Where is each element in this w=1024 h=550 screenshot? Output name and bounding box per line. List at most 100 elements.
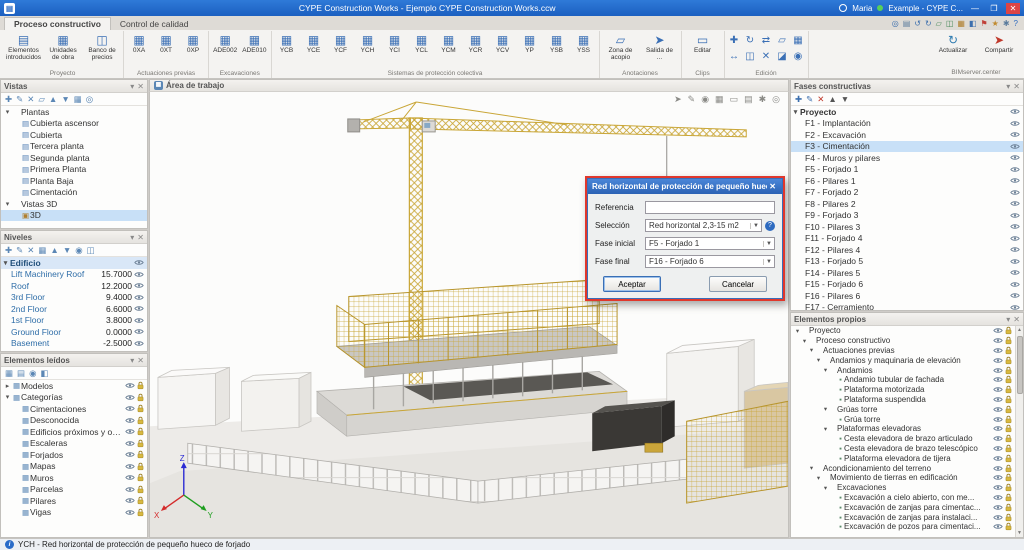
ribbon-button-ych[interactable]: ▦YCH [355,31,381,55]
fase-item[interactable]: F10 - Pilares 3 [791,221,1023,233]
lock-icon[interactable] [137,485,144,494]
level-row[interactable]: 2nd Floor6.6000 [1,303,147,315]
expand-all-icon[interactable]: ▦ [5,367,13,379]
chevron-icon[interactable]: ▸ [3,382,12,390]
fase-item[interactable]: F16 - Pilares 6 [791,290,1023,302]
dialog-titlebar[interactable]: Red horizontal de protección de pequeño … [588,179,782,194]
tree-item[interactable]: ▤Primera Planta [1,164,147,176]
tree-group[interactable]: ▾Plantas [1,106,147,118]
undo-icon[interactable]: ↺ [914,19,921,29]
mirror-icon[interactable]: ⇄ [759,33,774,48]
visibility-eye-icon[interactable] [125,509,135,516]
layers-icon[interactable]: ▦ [74,93,82,105]
lock-icon[interactable] [137,416,144,425]
lock-icon[interactable] [137,439,144,448]
visible-all-icon[interactable]: ◉ [75,244,82,256]
lock-all-icon[interactable]: ◫ [87,244,95,256]
lock-icon[interactable] [1005,405,1012,414]
lock-icon[interactable] [1005,375,1012,384]
visibility-eye-icon[interactable] [993,376,1003,383]
fase-item[interactable]: F12 - Pilares 4 [791,244,1023,256]
visibility-eye-icon[interactable] [1010,281,1020,288]
chevron-down-icon[interactable]: ▾ [1006,315,1010,324]
delete-level-icon[interactable]: ✕ [27,244,34,256]
visibility-eye-icon[interactable] [993,425,1003,432]
tree-group[interactable]: ▾Acondicionamiento del terreno [791,463,1015,473]
cancelar-button[interactable]: Cancelar [709,276,767,292]
chevron-icon[interactable]: ▾ [821,484,830,492]
fase-item[interactable]: F13 - Forjado 5 [791,256,1023,268]
edit-phase-icon[interactable]: ✎ [806,93,813,105]
lock-icon[interactable] [1005,346,1012,355]
visibility-eye-icon[interactable] [125,440,135,447]
tree-group[interactable]: ▾Actuaciones previas [791,346,1015,356]
ribbon-button-0xa[interactable]: ▦0XA [126,31,152,55]
sort-up-icon[interactable]: ▲ [49,93,57,105]
delete-phase-icon[interactable]: ✕ [817,93,824,105]
tree-item[interactable]: ▦Parcelas [1,484,147,496]
edit-icon[interactable]: ✎ [688,94,696,105]
chevron-icon[interactable]: ▾ [1,259,10,267]
objects-icon[interactable]: ▦ [715,94,724,105]
duplicate-view-icon[interactable]: ▱ [38,93,45,105]
ribbon-button-ade010[interactable]: ▦ADE010 [240,31,268,55]
lock-icon[interactable] [1005,356,1012,365]
tree-group[interactable]: ▾Andamios y maquinaria de elevación [791,355,1015,365]
visibility-eye-icon[interactable] [993,445,1003,452]
measure-icon[interactable]: ↔ [727,49,742,64]
move-down-icon[interactable]: ▼ [841,93,849,105]
chevron-icon[interactable]: ▾ [814,356,823,364]
print-icon[interactable]: ▤ [903,19,911,29]
close-icon[interactable]: ✕ [137,233,144,242]
lock-icon[interactable] [137,393,144,402]
ribbon-button-yp[interactable]: ▦YP [517,31,543,55]
chevron-down-icon[interactable]: ▾ [130,356,134,365]
visibility-eye-icon[interactable] [993,494,1003,501]
scrollbar-thumb[interactable] [1017,336,1023,394]
visibility-eye-icon[interactable] [993,386,1003,393]
screens-icon[interactable]: ▭ [730,94,739,105]
visibility-eye-icon[interactable] [993,474,1003,481]
group-icon[interactable]: ◫ [743,49,758,64]
fase-item[interactable]: F2 - Excavación [791,129,1023,141]
lock-icon[interactable] [1005,454,1012,463]
tree-item[interactable]: ▦Cimentaciones [1,403,147,415]
visibility-icon[interactable]: ◉ [701,94,709,105]
visibility-eye-icon[interactable] [993,523,1003,530]
scroll-down-icon[interactable]: ▼ [1017,529,1022,537]
close-icon[interactable]: ✕ [1013,315,1020,324]
lock-icon[interactable] [137,404,144,413]
tree-group[interactable]: ▾Vistas 3D [1,198,147,210]
tree-item[interactable]: ▪Excavación de zanjas para instalaci... [791,512,1015,522]
lock-icon[interactable] [137,450,144,459]
visibility-eye-icon[interactable] [1010,235,1020,242]
visibility-eye-icon[interactable] [1010,223,1020,230]
tree-item[interactable]: ▦Edificios próximos y otros ... [1,426,147,438]
views-icon[interactable]: ◧ [969,19,977,29]
tree-item[interactable]: ▤Cimentación [1,187,147,199]
visibility-eye-icon[interactable] [125,486,135,493]
star-icon[interactable]: ★ [992,19,999,29]
account-label[interactable]: Example - CYPE C... [888,4,963,13]
ribbon-button-editar[interactable]: ▭Editar [684,31,722,55]
chevron-icon[interactable]: ▾ [793,327,802,335]
close-icon[interactable]: ✕ [1013,82,1020,91]
lock-icon[interactable] [1005,395,1012,404]
chevron-down-icon[interactable]: ▾ [130,82,134,91]
tree-item[interactable]: ▦Mapas [1,461,147,473]
config-icon[interactable]: ✱ [759,94,767,105]
ribbon-button-zona-de-acopio[interactable]: ▱Zona de acopio [602,31,640,63]
visibility-eye-icon[interactable] [1010,177,1020,184]
search-icon[interactable]: ◎ [892,19,899,29]
move-icon[interactable]: ✚ [727,33,742,48]
lock-icon[interactable] [1005,513,1012,522]
visibility-eye-icon[interactable] [1010,304,1020,310]
building-row[interactable]: ▾Edificio [1,257,147,269]
chevron-icon[interactable]: ▾ [3,200,12,208]
down-icon[interactable]: ▼ [63,244,71,256]
print-icon[interactable]: ▤ [744,94,753,105]
chevron-icon[interactable]: ▾ [3,108,12,116]
close-icon[interactable]: ✕ [137,356,144,365]
tree-group[interactable]: ▾Movimiento de tierras en edificación [791,473,1015,483]
visibility-eye-icon[interactable] [993,367,1003,374]
